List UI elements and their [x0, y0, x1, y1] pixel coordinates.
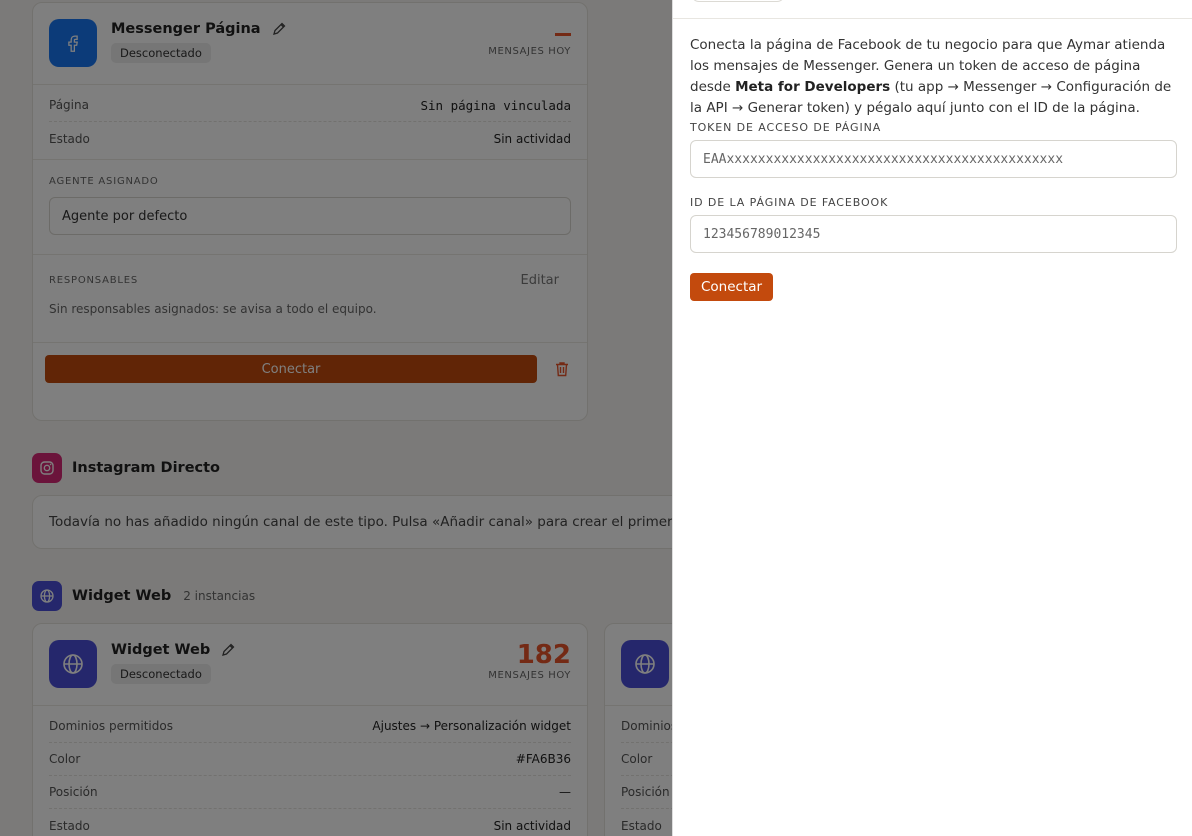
drawer-intro: Conecta la página de Facebook de tu nego… [690, 35, 1176, 119]
token-input[interactable] [690, 140, 1177, 178]
connect-messenger-drawer: Conecta la página de Facebook de tu nego… [672, 0, 1192, 836]
token-field-label: Token de acceso de página [690, 121, 882, 134]
drawer-header-button[interactable] [691, 0, 785, 2]
drawer-connect-button[interactable]: Conectar [690, 273, 774, 301]
drawer-body: Conecta la página de Facebook de tu nego… [673, 19, 1192, 301]
page-id-field-label: ID de la página de Facebook [690, 196, 889, 209]
page-id-input[interactable] [690, 215, 1177, 253]
drawer-header [673, 0, 1192, 19]
meta-developers-text: Meta for Developers [735, 79, 891, 95]
